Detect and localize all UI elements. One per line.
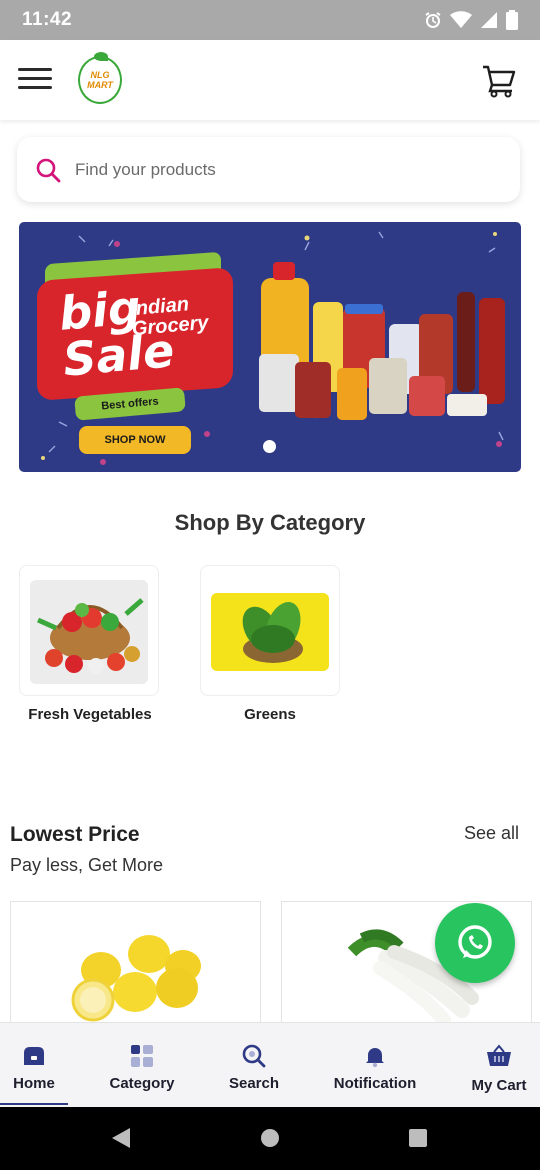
shop-by-category-title: Shop By Category — [174, 510, 366, 535]
app-bar: NLG MART — [0, 40, 540, 120]
status-time: 11:42 — [22, 9, 73, 30]
recents-square-icon[interactable] — [407, 1127, 429, 1149]
nav-category-label: Category — [109, 1075, 175, 1092]
sale-subheadline: Indian Grocery — [129, 293, 209, 340]
see-all-link[interactable]: See all — [464, 823, 519, 844]
whatsapp-icon — [458, 925, 492, 959]
category-label-fresh-vegetables: Fresh Vegetables — [28, 706, 152, 723]
nav-my-cart[interactable]: My Cart — [464, 1023, 534, 1108]
whatsapp-button[interactable] — [435, 903, 515, 983]
bottom-navigation: Home Category Search Notification My Car… — [0, 1022, 540, 1107]
search-bar[interactable] — [17, 137, 520, 202]
home-circle-icon[interactable] — [259, 1127, 281, 1149]
bell-icon — [362, 1043, 388, 1069]
nav-home[interactable]: Home — [0, 1023, 68, 1108]
nav-category[interactable]: Category — [96, 1023, 188, 1108]
category-label-greens: Greens — [244, 706, 296, 723]
product-card-lemons[interactable] — [10, 901, 261, 1031]
grocery-products-image — [259, 262, 505, 420]
grid-icon — [129, 1043, 155, 1069]
search-icon — [241, 1043, 267, 1069]
search-input[interactable] — [75, 159, 475, 180]
home-icon — [21, 1043, 47, 1069]
logo-line2: MART — [87, 80, 113, 90]
lowest-price-subtitle: Pay less, Get More — [10, 855, 164, 875]
wifi-icon — [450, 11, 472, 28]
nav-home-label: Home — [13, 1075, 55, 1092]
nlg-mart-logo[interactable]: NLG MART — [78, 52, 122, 104]
status-bar: 11:42 — [0, 0, 540, 40]
shopping-cart-icon[interactable] — [482, 64, 516, 98]
lemons-image — [71, 935, 201, 1022]
promo-banner[interactable]: big Sale Indian Grocery Best offers SHOP… — [19, 222, 521, 472]
carousel-dot[interactable] — [263, 440, 276, 453]
alarm-icon — [425, 12, 441, 28]
leaf-icon — [94, 52, 108, 61]
basket-icon — [486, 1043, 512, 1069]
signal-icon — [481, 12, 497, 28]
back-triangle-icon[interactable] — [110, 1127, 132, 1149]
battery-icon — [506, 10, 518, 30]
system-navigation-bar — [0, 1107, 540, 1170]
status-icons — [424, 10, 518, 30]
logo-line1: NLG — [90, 70, 110, 80]
lowest-price-title: Lowest Price — [10, 823, 140, 846]
category-card-greens[interactable] — [200, 565, 340, 696]
spinach-greens-image — [211, 593, 329, 671]
nav-my-cart-label: My Cart — [471, 1077, 527, 1094]
shop-now-button[interactable]: SHOP NOW — [79, 426, 191, 454]
vegetable-basket-image — [30, 580, 148, 684]
search-icon — [36, 158, 61, 182]
hamburger-menu-icon[interactable] — [18, 68, 52, 92]
nav-notification-label: Notification — [333, 1075, 417, 1092]
category-card-fresh-vegetables[interactable] — [19, 565, 159, 696]
nav-notification[interactable]: Notification — [326, 1023, 424, 1108]
nav-search[interactable]: Search — [220, 1023, 288, 1108]
nav-search-label: Search — [228, 1075, 280, 1092]
